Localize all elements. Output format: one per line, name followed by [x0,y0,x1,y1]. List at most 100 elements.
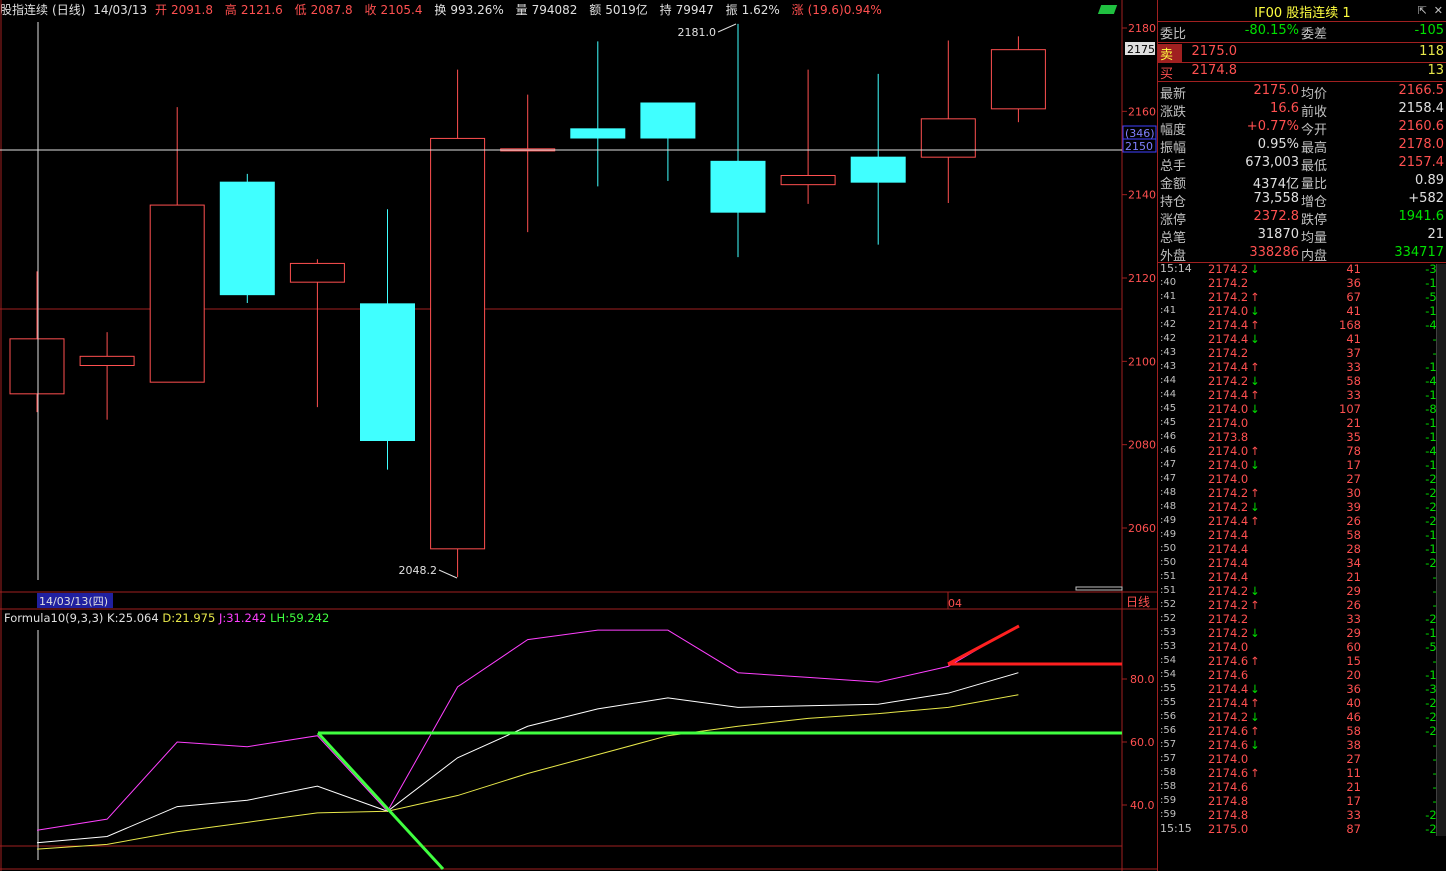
tick-volume: 58 [1346,528,1361,542]
tick-price: 2174.6 [1208,738,1249,752]
red-trend-line[interactable] [947,624,1020,666]
chevron-icon[interactable]: ⇱ [1418,4,1427,17]
price-tick-label: 2160 [1128,105,1156,118]
candle [219,173,275,303]
tick-row: :40 2174.2 36 -19 [1158,276,1446,290]
cursor-price-label: 2150 [1125,140,1153,153]
tick-time: :51 [1160,585,1177,596]
quote-label: 前收 [1301,105,1328,120]
quote-label: 幅度 [1160,123,1187,138]
quote-row: 最新 2175.0 均价 2166.5 [1158,83,1446,102]
tick-row: :55 2174.4 ↑ 40 -29 [1158,696,1446,710]
cursor-count-label: (346) [1125,127,1155,140]
tick-row: :59 2174.8 33 -21 [1158,808,1446,822]
tick-arrow-icon: ↓ [1250,682,1260,696]
tick-price: 2174.6 [1208,724,1249,738]
candle [710,23,766,258]
tick-volume: 58 [1346,724,1361,738]
tick-price: 2174.0 [1208,458,1249,472]
tick-price: 2174.6 [1208,654,1249,668]
quote-label: 涨跌 [1160,105,1187,120]
tick-arrow-icon: ↑ [1250,724,1260,738]
tick-price: 2174.6 [1208,780,1249,794]
tick-row: :572174.027-8 [1158,752,1446,766]
candle-body [640,102,696,139]
sell-row[interactable]: 卖 2175.0 118 [1158,44,1446,63]
tick-price: 2174.6 [1208,766,1249,780]
tick-time: :51 [1160,571,1177,582]
tick-row: :48 2174.2 ↓ 39 -21 [1158,500,1446,514]
quote-value: +582 [1408,191,1444,206]
tick-time: :53 [1160,627,1177,638]
tick-arrow-icon: ↓ [1250,710,1260,724]
candle-body [780,175,836,186]
tick-row: :50 2174.4 34 -25 [1158,556,1446,570]
tick-volume: 30 [1346,486,1361,500]
indicator-tick-label: 60.0 [1130,736,1155,749]
chart-scroll-indicator[interactable] [1075,586,1123,591]
tick-time: :57 [1160,753,1177,764]
j-line [36,625,1019,831]
tick-price: 2174.0 [1208,472,1249,486]
quote-value: 0.89 [1415,173,1444,188]
price-tick-label: 2100 [1128,355,1156,368]
candle [850,73,906,245]
tick-volume: 107 [1339,402,1361,416]
tick-row: :48 2174.2 ↑ 30 -23 [1158,486,1446,500]
tick-time: :41 [1160,291,1177,302]
quote-label: 持仓 [1160,195,1187,210]
quote-row: 涨跌 16.6 前收 2158.4 [1158,101,1446,120]
last-price-tag: 2175 [1127,43,1155,56]
quote-value: 2157.4 [1398,155,1445,170]
k-line [36,672,1019,844]
tick-time: :46 [1160,431,1177,442]
tick-time: :55 [1160,697,1177,708]
tick-arrow-icon: ↓ [1250,626,1260,640]
tick-arrow-icon: ↑ [1250,444,1260,458]
toolbar-arrow-icon[interactable] [1097,5,1118,14]
tick-row: :44 2174.4 ↑ 33 -12 [1158,388,1446,402]
close-icon[interactable]: ✕ [1434,4,1443,17]
tick-volume: 46 [1346,710,1361,724]
candle-body [289,262,345,283]
tick-time: :43 [1160,361,1177,372]
quote-label: 今开 [1301,123,1328,138]
tick-volume: 17 [1346,794,1361,808]
tick-time: :43 [1160,347,1177,358]
tick-time: :50 [1160,557,1177,568]
tick-volume: 37 [1346,346,1361,360]
tick-volume: 21 [1346,416,1361,430]
tick-row: :55 2174.4 ↓ 36 -33 [1158,682,1446,696]
green-trend-line[interactable] [316,731,445,871]
tick-time: :42 [1160,319,1177,330]
tick-row: :46 2174.0 ↑ 78 -44 [1158,444,1446,458]
tick-time: 15:15 [1160,822,1192,835]
tick-price: 2174.6 [1208,668,1249,682]
quote-row: 总手 673,003 最低 2157.4 [1158,155,1446,174]
tick-arrow-icon: ↑ [1250,696,1260,710]
indicator-d: D:21.975 [162,611,216,625]
tick-time: :59 [1160,809,1177,820]
tick-time: :57 [1160,739,1177,750]
candle [920,40,976,203]
buy-row[interactable]: 买 2174.8 13 [1158,63,1446,82]
tick-list-scrollbar[interactable] [1436,264,1446,836]
tick-price: 2174.2 [1208,500,1249,514]
period-tab-label[interactable]: 日线 [1126,595,1150,609]
tick-volume: 17 [1346,458,1361,472]
tick-row: :44 2174.2 ↓ 58 -42 [1158,374,1446,388]
kline-chart[interactable]: 2180 2160 2140 2120 2100 2080 2060 80.0 60.0 40.… [0,0,1157,871]
tick-row: :522174.2↑26-5 [1158,598,1446,612]
tick-volume: 26 [1346,598,1361,612]
tick-time: :52 [1160,613,1177,624]
drawn-trendlines[interactable] [316,624,1122,871]
candle [79,332,135,420]
quote-label: 涨停 [1160,213,1187,228]
tick-price: 2174.4 [1208,528,1249,542]
tick-volume: 36 [1346,276,1361,290]
tick-arrow-icon: ↓ [1250,458,1260,472]
quote-row: 总笔 31870 均量 21 [1158,227,1446,246]
tick-price: 2174.2 [1208,346,1249,360]
quote-label: 跌停 [1301,213,1328,228]
sell-price: 2175.0 [1191,44,1238,59]
